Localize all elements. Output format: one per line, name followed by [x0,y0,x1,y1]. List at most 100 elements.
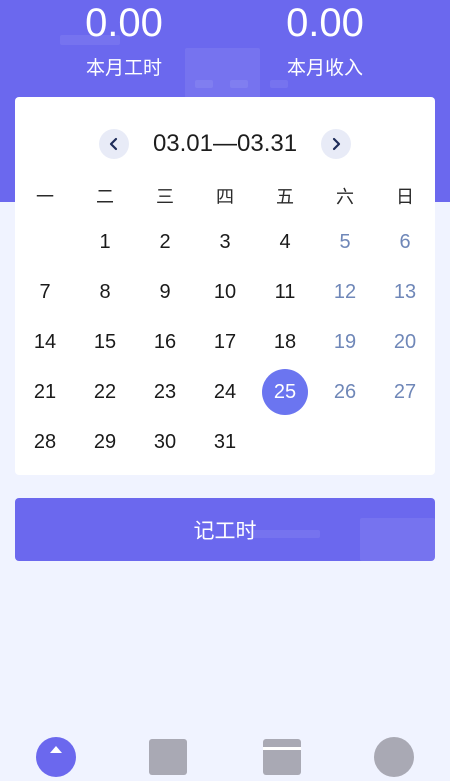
calendar-day-number: 28 [33,430,57,453]
calendar-day[interactable]: 3 [195,217,255,267]
calendar-week-row: 7 8 9 10 11 12 13 [15,267,435,317]
calendar-day[interactable]: 24 [195,367,255,417]
calendar-day[interactable]: 16 [135,317,195,367]
calendar-day[interactable]: 12 [315,267,375,317]
weekday-label: 四 [216,187,234,208]
calendar-day[interactable]: 7 [15,267,75,317]
calendar-day-number: 4 [279,230,291,253]
chevron-right-icon [332,137,341,151]
calendar-day[interactable]: 19 [315,317,375,367]
calendar-day[interactable]: 13 [375,267,435,317]
calendar-day[interactable]: 21 [15,367,75,417]
monthly-hours-stat: 0.00 本月工时 [44,0,204,80]
calendar-day[interactable]: 18 [255,317,315,367]
calendar-day-number: 21 [33,380,57,403]
month-navigator: 03.01—03.31 [15,127,435,161]
calendar-day[interactable]: 1 [75,217,135,267]
header-decoration [230,80,248,88]
calendar-day[interactable]: 5 [315,217,375,267]
date-range-label: 03.01—03.31 [152,130,298,157]
calendar-day-number: 16 [153,330,177,353]
calendar-week-row: 1 2 3 4 5 6 [15,217,435,267]
calendar-day[interactable]: 20 [375,317,435,367]
calendar-day-number: 18 [273,330,297,353]
weekday-header: 一 二 三 四 五 六 日 [15,185,435,211]
calendar-day-number: 13 [393,280,417,303]
calendar-day-number: 23 [153,380,177,403]
calendar-day-number: 31 [213,430,237,453]
chevron-left-icon [109,137,118,151]
calendar-day[interactable]: 30 [135,417,195,467]
calendar-day[interactable]: 9 [135,267,195,317]
calendar-day[interactable]: 2 [135,217,195,267]
weekday-label: 二 [96,187,114,208]
calendar-day-number: 15 [93,330,117,353]
calendar-day-number: 3 [219,230,231,253]
calendar-empty-cell [15,217,75,267]
calendar-day[interactable]: 31 [195,417,255,467]
calendar-day[interactable]: 14 [15,317,75,367]
calendar-day-number: 22 [93,380,117,403]
calendar-day[interactable]: 22 [75,367,135,417]
home-icon[interactable] [36,737,76,777]
weekday-label: 六 [336,187,354,208]
monthly-income-value: 0.00 [286,1,364,45]
prev-month-button[interactable] [99,129,129,159]
calendar-empty-cell [375,417,435,467]
calendar-day-number: 17 [213,330,237,353]
calendar-day-number: 11 [274,280,296,303]
profile-icon[interactable] [374,737,414,777]
calendar-day[interactable]: 10 [195,267,255,317]
stats-icon[interactable] [148,737,188,777]
calendar-day-number: 19 [333,330,357,353]
calendar-day-number: 1 [99,230,111,253]
weekday-label: 一 [36,187,54,208]
calendar-day-number: 24 [213,380,237,403]
calendar-card: 03.01—03.31 一 二 三 四 五 六 日 1 2 3 4 5 6 7 8 9 10 11 1… [15,97,435,475]
monthly-income-stat: 0.00 本月收入 [245,0,405,80]
monthly-hours-label: 本月工时 [85,57,162,79]
log-hours-label: 记工时 [193,518,257,543]
calendar-day-number: 5 [339,230,351,253]
calendar-day[interactable]: 6 [375,217,435,267]
calendar-day-number: 12 [333,280,357,303]
calendar-day-number: 8 [99,280,111,303]
calendar-grid: 1 2 3 4 5 6 7 8 9 10 11 12 13 14 15 16 17 18 19 20 21 22 23 24 2… [15,217,435,467]
calendar-icon[interactable] [262,737,302,777]
button-decoration [250,530,320,538]
bottom-tab-bar [0,734,450,777]
weekday-label: 五 [276,187,294,208]
log-hours-button[interactable]: 记工时 [15,498,435,561]
calendar-day-number: 14 [33,330,57,353]
calendar-week-row: 14 15 16 17 18 19 20 [15,317,435,367]
monthly-hours-value: 0.00 [85,1,163,45]
calendar-day-number: 27 [393,380,417,403]
calendar-week-row: 28 29 30 31 [15,417,435,467]
calendar-day[interactable]: 26 [315,367,375,417]
button-decoration [360,518,435,561]
calendar-empty-cell [315,417,375,467]
calendar-day-number: 26 [333,380,357,403]
monthly-income-label: 本月收入 [286,57,363,79]
header-decoration [195,80,213,88]
header-decoration [270,80,288,88]
calendar-day-number: 10 [213,280,237,303]
calendar-day-number: 29 [93,430,117,453]
calendar-day[interactable]: 23 [135,367,195,417]
calendar-day[interactable]: 8 [75,267,135,317]
calendar-day[interactable]: 27 [375,367,435,417]
calendar-day-number: 9 [159,280,171,303]
calendar-day[interactable]: 17 [195,317,255,367]
calendar-empty-cell [255,417,315,467]
calendar-day[interactable]: 29 [75,417,135,467]
calendar-day-number: 30 [153,430,177,453]
weekday-label: 日 [396,187,414,208]
calendar-day-number: 25 [262,369,308,415]
next-month-button[interactable] [321,129,351,159]
calendar-day[interactable]: 28 [15,417,75,467]
calendar-day-number: 7 [39,280,51,303]
calendar-day[interactable]: 15 [75,317,135,367]
calendar-day[interactable]: 25 [255,367,315,417]
calendar-day[interactable]: 11 [255,267,315,317]
calendar-day[interactable]: 4 [255,217,315,267]
